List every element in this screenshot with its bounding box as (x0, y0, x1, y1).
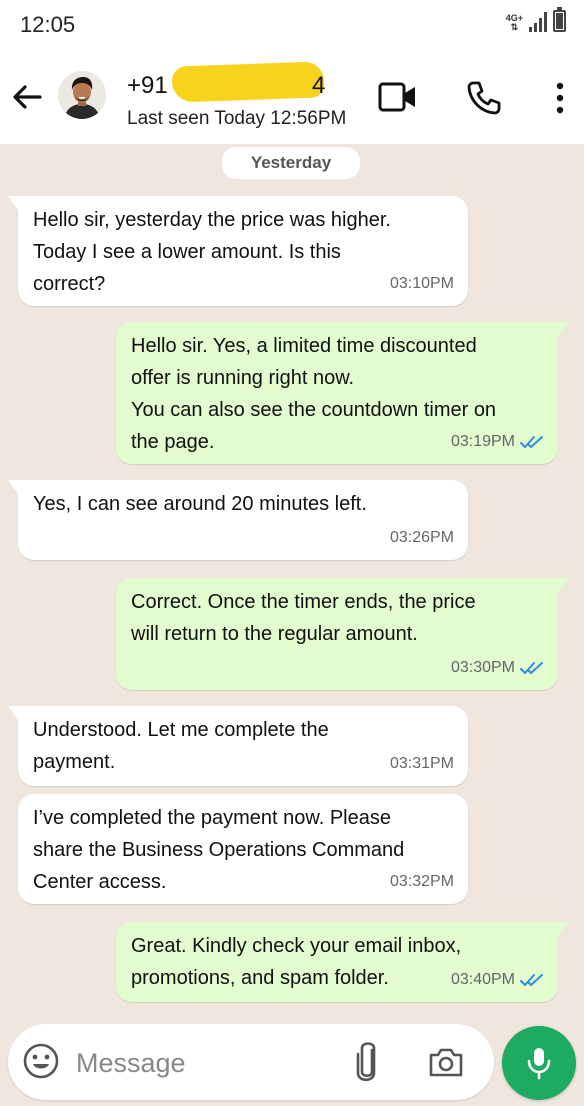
message-text: Correct. Once the timer ends, the price … (131, 591, 476, 645)
read-receipt-icon (520, 662, 543, 674)
read-receipt-icon (520, 974, 543, 986)
avatar[interactable] (58, 71, 106, 119)
more-vert-icon[interactable] (548, 80, 572, 116)
status-icons: 4G+ ⇅ (505, 7, 566, 32)
message-time: 03:32PM (389, 873, 454, 890)
message-meta: 03:26PM (390, 522, 454, 554)
message-time: 03:40PM (450, 971, 515, 988)
emoji-icon[interactable] (22, 1042, 60, 1080)
message-time: 03:31PM (389, 755, 454, 772)
message-meta: 03:19PM (451, 426, 544, 458)
message-meta: 03:40PM (451, 964, 544, 996)
back-arrow-icon[interactable] (10, 80, 44, 114)
contact-name[interactable]: +91 (127, 72, 168, 100)
network-type: 4G+ ⇅ (505, 13, 523, 32)
last-seen-status: Last seen Today 12:56PM (127, 108, 347, 129)
signal-icon (529, 12, 547, 32)
mic-button[interactable] (502, 1026, 576, 1100)
battery-icon (553, 7, 566, 32)
chat-area[interactable]: Yesterday Hello sir, yesterday the price… (0, 144, 584, 1024)
message-text: Yes, I can see around 20 minutes left. (33, 493, 367, 515)
message-time: 03:26PM (389, 529, 454, 546)
message-meta: 03:31PM (390, 748, 454, 780)
message-meta: 03:30PM (451, 652, 544, 684)
message-bubble-incoming[interactable]: Hello sir, yesterday the price was highe… (8, 196, 468, 306)
message-input[interactable]: Message (76, 1048, 186, 1079)
chat-header: +91 4 Last seen Today 12:56PM (0, 50, 584, 144)
message-meta: 03:10PM (390, 268, 454, 300)
paperclip-icon[interactable] (354, 1040, 380, 1084)
message-bubble-outgoing[interactable]: Great. Kindly check your email inbox, pr… (116, 922, 568, 1002)
mic-icon (527, 1048, 551, 1080)
status-time: 12:05 (20, 12, 76, 37)
status-bar: 12:05 4G+ ⇅ (0, 0, 584, 50)
redaction-mark (171, 61, 325, 103)
message-bubble-outgoing[interactable]: Correct. Once the timer ends, the price … (116, 578, 568, 690)
message-time: 03:10PM (389, 275, 454, 292)
message-bubble-incoming[interactable]: Yes, I can see around 20 minutes left. 0… (8, 480, 468, 560)
message-composer[interactable]: Message (8, 1024, 494, 1100)
message-bubble-incoming[interactable]: I’ve completed the payment now. Please s… (18, 794, 468, 904)
contact-name-end[interactable]: 4 (312, 72, 325, 100)
message-bubble-incoming[interactable]: Understood. Let me complete the payment.… (8, 706, 468, 786)
camera-icon[interactable] (428, 1046, 464, 1078)
message-meta: 03:32PM (390, 866, 454, 898)
phone-icon[interactable] (466, 80, 502, 116)
message-time: 03:30PM (450, 659, 515, 676)
date-chip: Yesterday (222, 147, 360, 179)
message-bubble-outgoing[interactable]: Hello sir. Yes, a limited time discounte… (116, 322, 568, 464)
read-receipt-icon (520, 436, 543, 448)
video-call-icon[interactable] (378, 80, 418, 114)
message-time: 03:19PM (450, 433, 515, 450)
